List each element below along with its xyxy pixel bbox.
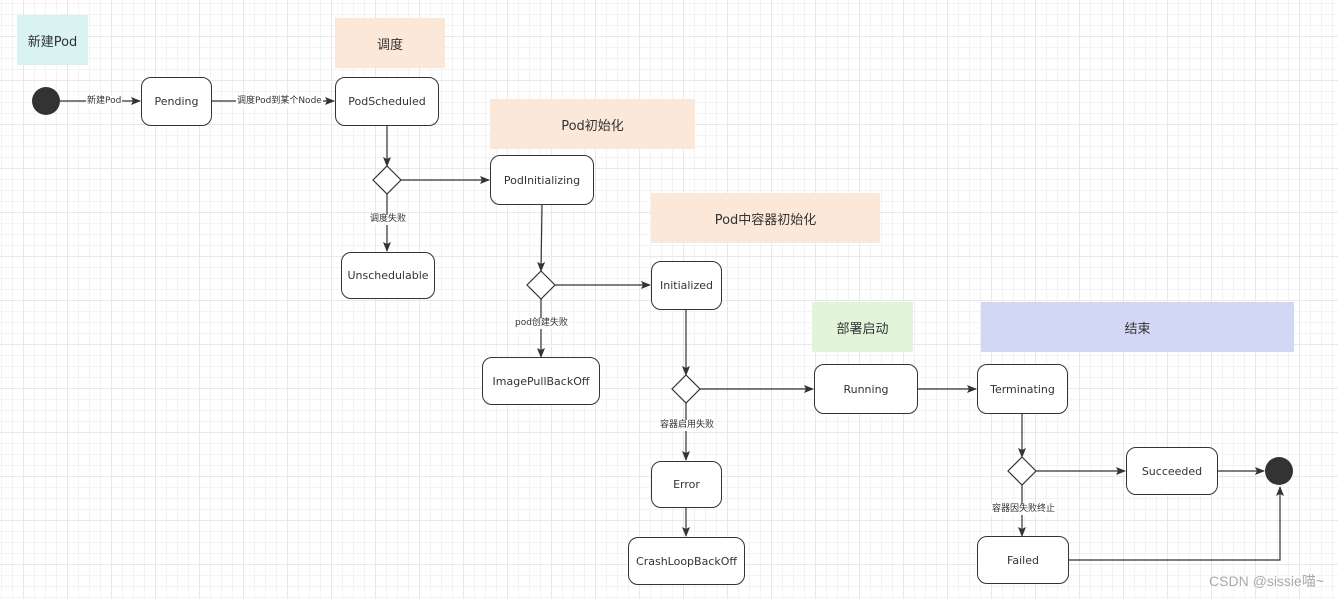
- state-running[interactable]: Running: [814, 364, 918, 414]
- state-error[interactable]: Error: [651, 461, 722, 508]
- state-crash-loop-back-off[interactable]: CrashLoopBackOff: [628, 537, 745, 585]
- state-initialized[interactable]: Initialized: [651, 261, 722, 310]
- edge-label-container-terminated-failed: 容器因失败终止: [991, 504, 1057, 515]
- state-crash-loop-back-off-label: CrashLoopBackOff: [636, 554, 737, 568]
- edge-label-container-start-failed: 容器启用失败: [659, 420, 716, 431]
- state-pending[interactable]: Pending: [141, 77, 212, 126]
- state-terminating[interactable]: Terminating: [977, 364, 1068, 414]
- decision-2: [526, 270, 556, 300]
- decision-4: [1007, 456, 1037, 486]
- edge-label-pod-create-failed: pod创建失败: [514, 318, 569, 329]
- state-succeeded-label: Succeeded: [1141, 464, 1203, 478]
- decision-1: [372, 165, 402, 195]
- state-pod-initializing-label: PodInitializing: [503, 173, 581, 187]
- state-image-pull-back-off-label: ImagePullBackOff: [492, 374, 590, 388]
- initial-node: [32, 87, 60, 115]
- state-initialized-label: Initialized: [659, 279, 714, 292]
- state-error-label: Error: [673, 478, 700, 491]
- edge-label-schedule-failed: 调度失败: [369, 214, 408, 225]
- watermark: CSDN @sissie喵~: [1209, 573, 1324, 589]
- edge-failed-end: [1069, 486, 1284, 561]
- decision-3: [671, 374, 701, 404]
- edge-label-create-pod: 新建Pod: [86, 96, 123, 107]
- state-image-pull-back-off[interactable]: ImagePullBackOff: [482, 357, 600, 405]
- state-terminating-label: Terminating: [990, 382, 1055, 396]
- state-pending-label: Pending: [154, 95, 199, 108]
- state-pod-initializing[interactable]: PodInitializing: [490, 155, 594, 205]
- state-succeeded[interactable]: Succeeded: [1126, 447, 1218, 495]
- state-failed-label: Failed: [1007, 553, 1039, 567]
- final-node: [1265, 457, 1293, 485]
- state-unschedulable-label: Unschedulable: [347, 269, 429, 282]
- state-pod-scheduled[interactable]: PodScheduled: [335, 77, 439, 126]
- state-pod-scheduled-label: PodScheduled: [348, 95, 426, 108]
- edge-podinit-decision2: [537, 204, 546, 272]
- state-running-label: Running: [843, 382, 889, 396]
- state-failed[interactable]: Failed: [977, 536, 1069, 584]
- state-unschedulable[interactable]: Unschedulable: [341, 252, 435, 299]
- edge-label-schedule-to-node: 调度Pod到某个Node: [236, 96, 323, 107]
